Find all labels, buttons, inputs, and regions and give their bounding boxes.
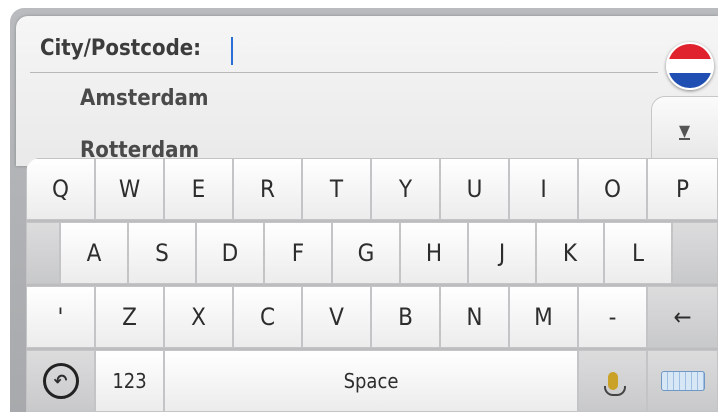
- input-underline[interactable]: [30, 72, 658, 73]
- city-postcode-label: City/Postcode:: [40, 36, 202, 61]
- key-r[interactable]: R: [233, 158, 302, 220]
- key-q[interactable]: Q: [26, 158, 95, 220]
- country-flag-icon[interactable]: [666, 42, 714, 90]
- text-cursor: [231, 37, 233, 65]
- key-spacer-right: [672, 222, 718, 284]
- key-u[interactable]: U: [440, 158, 509, 220]
- key-g[interactable]: G: [332, 222, 400, 284]
- space-key[interactable]: Space: [164, 350, 578, 412]
- key-v[interactable]: V: [302, 286, 371, 348]
- key-d[interactable]: D: [196, 222, 264, 284]
- key-p[interactable]: P: [647, 158, 718, 220]
- key-y[interactable]: Y: [371, 158, 440, 220]
- key-c[interactable]: C: [233, 286, 302, 348]
- back-icon: ↶: [42, 363, 79, 399]
- key-l[interactable]: L: [604, 222, 672, 284]
- key-hyphen[interactable]: -: [578, 286, 647, 348]
- key-a[interactable]: A: [60, 222, 128, 284]
- key-w[interactable]: W: [95, 158, 164, 220]
- keyboard-icon: [660, 371, 705, 391]
- keyboard-layout-button[interactable]: [647, 350, 718, 412]
- backspace-button[interactable]: ←: [647, 286, 718, 348]
- key-i[interactable]: I: [509, 158, 578, 220]
- key-m[interactable]: M: [509, 286, 578, 348]
- key-apostrophe[interactable]: ': [26, 286, 95, 348]
- voice-input-button[interactable]: [578, 350, 647, 412]
- backspace-icon: ←: [673, 303, 692, 331]
- key-b[interactable]: B: [371, 286, 440, 348]
- microphone-icon: [603, 372, 626, 396]
- back-button[interactable]: ↶: [26, 350, 95, 412]
- key-h[interactable]: H: [400, 222, 468, 284]
- key-s[interactable]: S: [128, 222, 196, 284]
- key-spacer-left: [26, 222, 60, 284]
- result-item[interactable]: Amsterdam: [80, 86, 209, 111]
- key-o[interactable]: O: [578, 158, 647, 220]
- key-j[interactable]: J: [468, 222, 536, 284]
- key-z[interactable]: Z: [95, 286, 164, 348]
- key-f[interactable]: F: [264, 222, 332, 284]
- key-e[interactable]: E: [164, 158, 233, 220]
- on-screen-keyboard: Q W E R T Y U I O P A S D F G H J K L ' …: [26, 158, 718, 412]
- key-t[interactable]: T: [302, 158, 371, 220]
- scroll-down-icon: ▼: [679, 121, 691, 140]
- numbers-key[interactable]: 123: [95, 350, 164, 412]
- key-x[interactable]: X: [164, 286, 233, 348]
- key-n[interactable]: N: [440, 286, 509, 348]
- search-panel: City/Postcode: Amsterdam Rotterdam ▼: [16, 16, 718, 172]
- key-k[interactable]: K: [536, 222, 604, 284]
